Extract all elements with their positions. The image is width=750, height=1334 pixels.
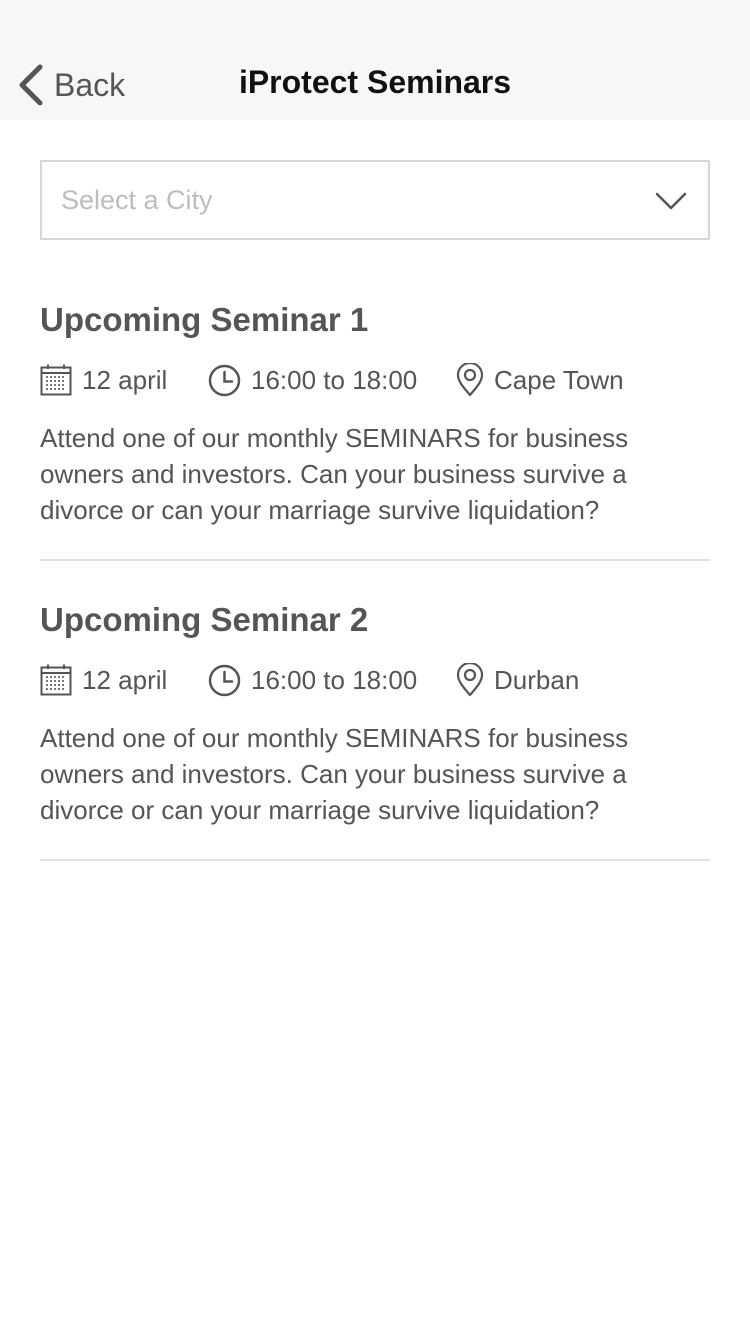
seminar-location-text: Durban xyxy=(494,664,580,695)
seminar-meta: 12 april 16:00 to 18:00 Durban xyxy=(40,660,710,700)
chevron-down-icon xyxy=(655,192,687,210)
city-select[interactable]: Select a City xyxy=(40,160,710,240)
seminar-card[interactable]: Upcoming Seminar 1 12 april 16:00 to 18:… xyxy=(40,296,710,561)
seminar-date: 12 april xyxy=(40,664,208,696)
map-pin-icon xyxy=(456,663,484,697)
city-select-placeholder: Select a City xyxy=(61,184,213,215)
seminar-time: 16:00 to 18:00 xyxy=(208,664,456,697)
seminar-location: Durban xyxy=(456,663,579,697)
clock-icon xyxy=(208,664,241,696)
back-button[interactable]: Back xyxy=(16,62,125,108)
seminar-location: Cape Town xyxy=(456,363,624,397)
seminar-time: 16:00 to 18:00 xyxy=(208,364,456,397)
seminar-location-text: Cape Town xyxy=(494,364,624,395)
back-label: Back xyxy=(54,66,126,103)
seminar-description: Attend one of our monthly SEMINARS for b… xyxy=(40,723,629,825)
seminar-title: Upcoming Seminar 2 xyxy=(40,601,369,638)
clock-icon xyxy=(208,364,241,396)
calendar-icon xyxy=(40,364,72,396)
seminar-time-text: 16:00 to 18:00 xyxy=(251,664,418,695)
seminar-meta: 12 april 16:00 to 18:00 Cape Town xyxy=(40,360,710,400)
map-pin-icon xyxy=(456,363,484,397)
chevron-left-icon xyxy=(19,64,43,106)
seminar-card[interactable]: Upcoming Seminar 2 12 april 16:00 to 18:… xyxy=(40,596,710,861)
calendar-icon xyxy=(40,664,72,696)
seminar-title: Upcoming Seminar 1 xyxy=(40,301,369,338)
seminar-date: 12 april xyxy=(40,364,208,396)
seminar-date-text: 12 april xyxy=(82,664,168,695)
seminar-date-text: 12 april xyxy=(82,364,168,395)
seminar-time-text: 16:00 to 18:00 xyxy=(251,364,418,395)
navigation-bar: Back iProtect Seminars xyxy=(0,0,750,120)
seminar-description: Attend one of our monthly SEMINARS for b… xyxy=(40,423,629,525)
